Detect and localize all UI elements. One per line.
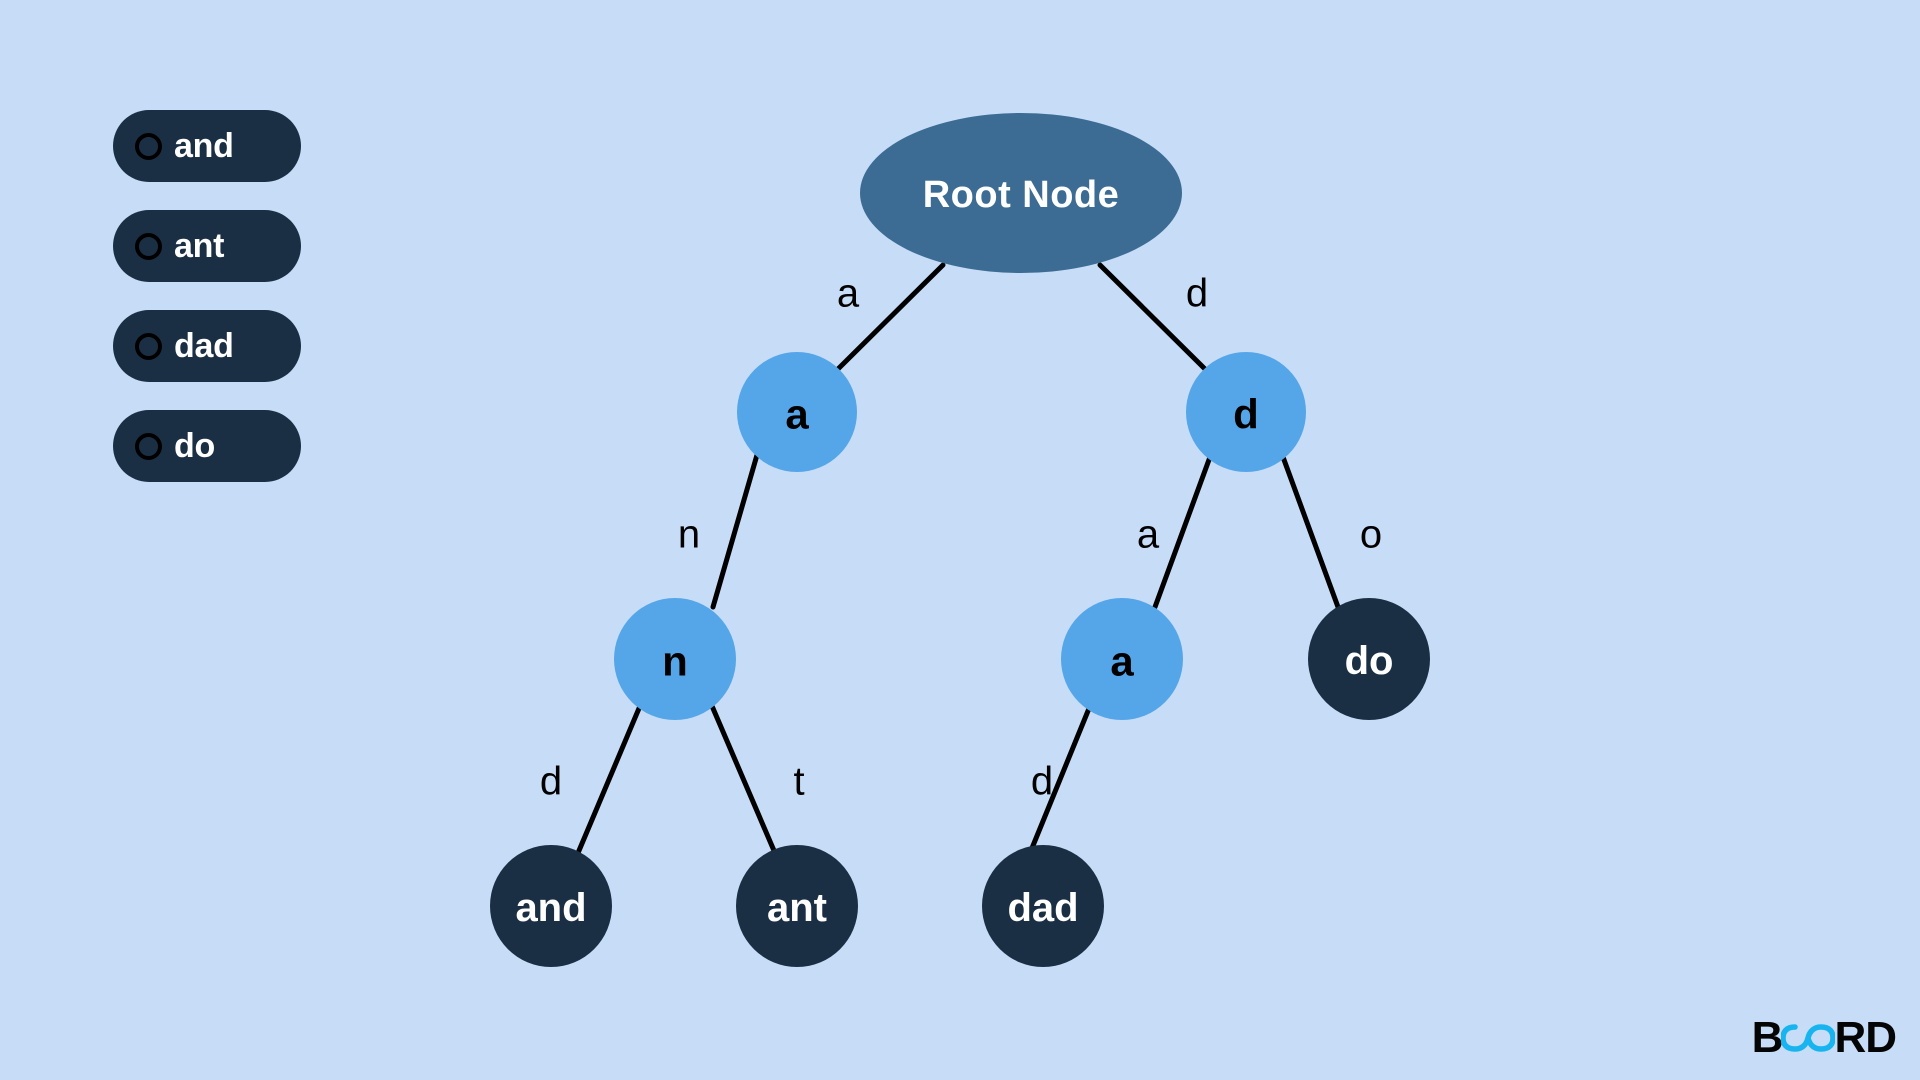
node-root[interactable]: Root Node [860,113,1182,273]
node-a-level2-label: a [1110,638,1134,685]
edge-label-d-a: a [1137,513,1160,557]
node-word-ant-label: ant [767,886,827,930]
node-word-dad-label: dad [1007,886,1078,930]
node-word-ant[interactable]: ant [736,845,858,967]
brand-logo-suffix: RD [1834,1013,1897,1062]
edge-a-to-n [710,452,760,610]
diagram-canvas: and ant dad do a d n a o d t d Root Node… [0,0,1920,1080]
edge-label-a-n: n [678,513,700,557]
node-word-and[interactable]: and [490,845,612,967]
edge-label-root-d: d [1186,272,1208,316]
edge-label-a-d: d [1031,760,1053,804]
edge-n-to-d [575,703,643,856]
edge-d-to-o [1280,454,1341,610]
edge-label-n-t: t [793,760,804,804]
brand-logo-prefix: B [1751,1013,1784,1062]
node-a-level2[interactable]: a [1061,598,1183,720]
edge-d-to-a [1152,454,1213,610]
tree-edge-labels: a d n a o d t d [540,272,1382,804]
trie-tree: a d n a o d t d Root Node a d n a do and… [490,113,1430,967]
node-d-level1-label: d [1233,391,1259,438]
node-word-dad[interactable]: dad [982,845,1104,967]
edge-label-root-a: a [837,272,860,316]
edge-label-n-d: d [540,760,562,804]
node-word-do-label: do [1345,639,1394,683]
edge-n-to-t [709,703,778,856]
tree-edges [575,262,1341,856]
node-a-level1-label: a [785,391,809,438]
edge-label-d-o: o [1360,513,1382,557]
infinity-icon [1781,1024,1836,1052]
node-root-label: Root Node [923,174,1120,216]
node-n-level2[interactable]: n [614,598,736,720]
brand-logo: B RD [1751,1012,1897,1064]
node-a-level1[interactable]: a [737,352,857,472]
node-d-level1[interactable]: d [1186,352,1306,472]
node-n-level2-label: n [662,638,688,685]
node-word-and-label: and [515,886,586,930]
node-word-do[interactable]: do [1308,598,1430,720]
